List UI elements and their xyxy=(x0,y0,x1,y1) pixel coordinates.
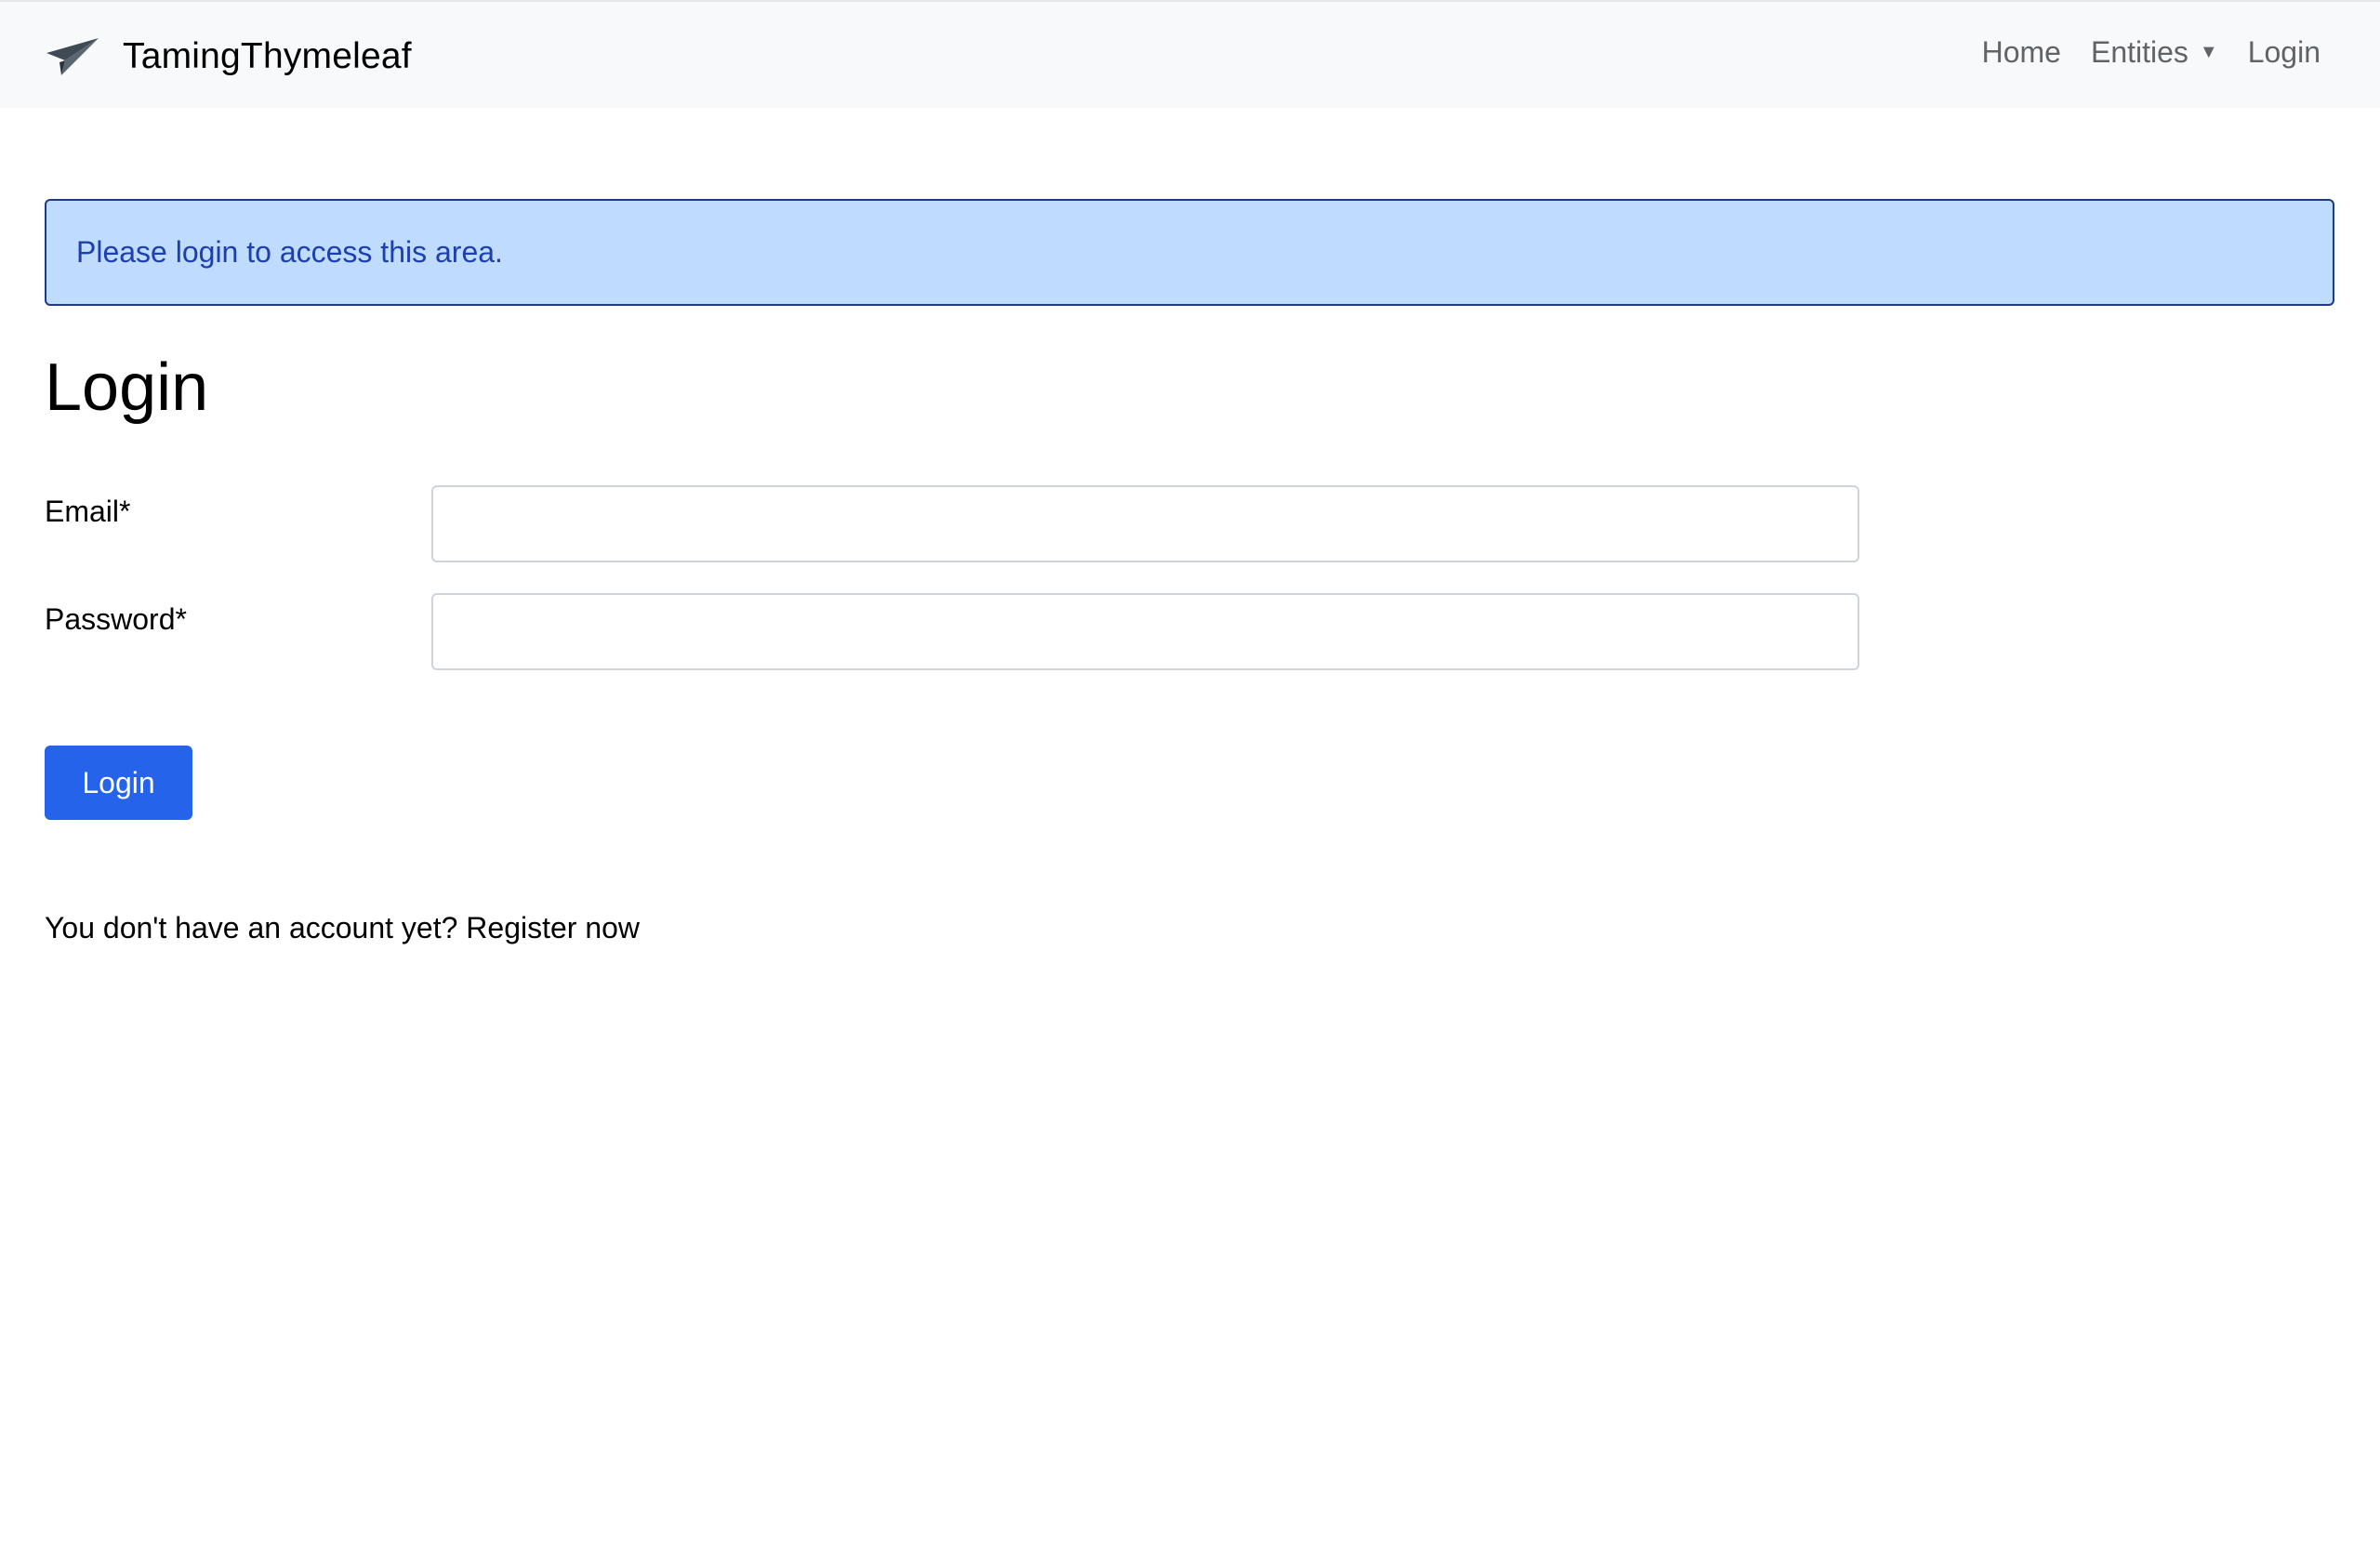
password-field[interactable] xyxy=(431,593,1859,670)
register-prompt: You don't have an account yet? Register … xyxy=(45,911,640,945)
login-button[interactable]: Login xyxy=(45,746,192,820)
password-label: Password* xyxy=(45,602,187,636)
brand-link[interactable]: TamingThymeleaf xyxy=(45,30,412,84)
email-label: Email* xyxy=(45,495,131,528)
email-field[interactable] xyxy=(431,485,1859,562)
nav-entities-dropdown[interactable]: Entities ▼ xyxy=(2091,35,2218,70)
navbar: TamingThymeleaf Home Entities ▼ Login xyxy=(0,0,2380,108)
nav-login-link[interactable]: Login xyxy=(2248,35,2320,70)
page-title: Login xyxy=(45,350,209,425)
register-link[interactable]: Register now xyxy=(466,911,640,944)
caret-down-icon: ▼ xyxy=(2199,42,2218,62)
nav-home-link[interactable]: Home xyxy=(1982,35,2061,70)
nav-entities-label: Entities xyxy=(2090,35,2188,69)
register-prompt-text: You don't have an account yet? xyxy=(45,911,458,944)
nav-links: Home Entities ▼ Login xyxy=(1982,35,2320,70)
alert-message: Please login to access this area. xyxy=(76,235,503,269)
info-alert: Please login to access this area. xyxy=(45,199,2334,306)
paper-plane-icon xyxy=(46,38,99,75)
brand-name: TamingThymeleaf xyxy=(123,36,412,76)
